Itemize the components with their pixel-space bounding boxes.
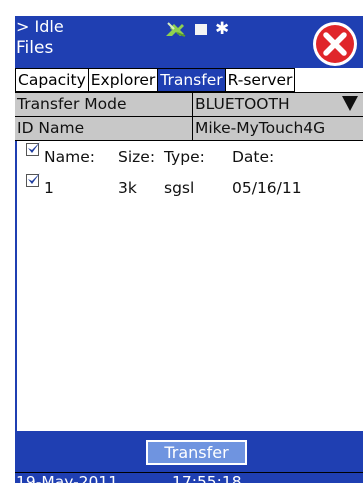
title-bar: > Idle Files ✱ xyxy=(15,16,363,68)
plug-icon xyxy=(166,22,186,37)
file-date: 05/16/11 xyxy=(232,179,302,197)
column-header-name: Name: xyxy=(44,148,95,166)
footer-bar: Transfer 19-May-2011 17:55:18 xyxy=(15,431,363,483)
id-name-label: ID Name xyxy=(15,117,193,140)
id-name-row: ID Name Mike-MyTouch4G xyxy=(15,116,363,141)
row-checkbox[interactable] xyxy=(26,173,40,187)
file-table: Name: Size: Type: Date: 1 3k sgsl 05/16/… xyxy=(15,141,363,431)
transfer-mode-select[interactable]: BLUETOOTH xyxy=(193,93,363,116)
transfer-button[interactable]: Transfer xyxy=(146,440,247,465)
table-row[interactable]: 1 3k sgsl 05/16/11 xyxy=(17,173,363,202)
bluetooth-icon: ✱ xyxy=(215,19,230,39)
file-name: 1 xyxy=(44,179,54,197)
status-text: > Idle xyxy=(16,17,64,36)
tab-bar: Capacity Explorer Transfer R-server xyxy=(15,68,363,92)
table-header-row: Name: Size: Type: Date: xyxy=(17,142,363,171)
transfer-mode-value: BLUETOOTH xyxy=(195,95,290,113)
column-header-date: Date: xyxy=(232,148,275,166)
status-time: 17:55:18 xyxy=(172,473,242,483)
tab-r-server[interactable]: R-server xyxy=(225,68,296,92)
close-button[interactable] xyxy=(312,21,358,67)
file-type: sgsl xyxy=(164,179,195,197)
battery-icon xyxy=(195,23,207,35)
chevron-down-icon[interactable] xyxy=(342,96,358,111)
checkmark-icon xyxy=(28,142,40,153)
id-name-field[interactable]: Mike-MyTouch4G xyxy=(193,117,363,140)
column-header-size: Size: xyxy=(118,148,156,166)
checkmark-icon xyxy=(28,173,40,184)
column-header-type: Type: xyxy=(164,148,205,166)
transfer-mode-row: Transfer Mode BLUETOOTH xyxy=(15,92,363,116)
tab-capacity[interactable]: Capacity xyxy=(15,68,89,92)
section-title: Files xyxy=(16,38,54,58)
tab-explorer[interactable]: Explorer xyxy=(88,68,159,92)
status-icons: ✱ xyxy=(165,19,230,39)
device-screen: > Idle Files ✱ Capacity Explorer Transfe… xyxy=(15,16,363,483)
transfer-mode-label: Transfer Mode xyxy=(15,93,193,116)
select-all-checkbox[interactable] xyxy=(26,142,40,156)
status-date: 19-May-2011 xyxy=(16,473,119,483)
tab-transfer[interactable]: Transfer xyxy=(158,68,226,92)
file-size: 3k xyxy=(118,179,137,197)
